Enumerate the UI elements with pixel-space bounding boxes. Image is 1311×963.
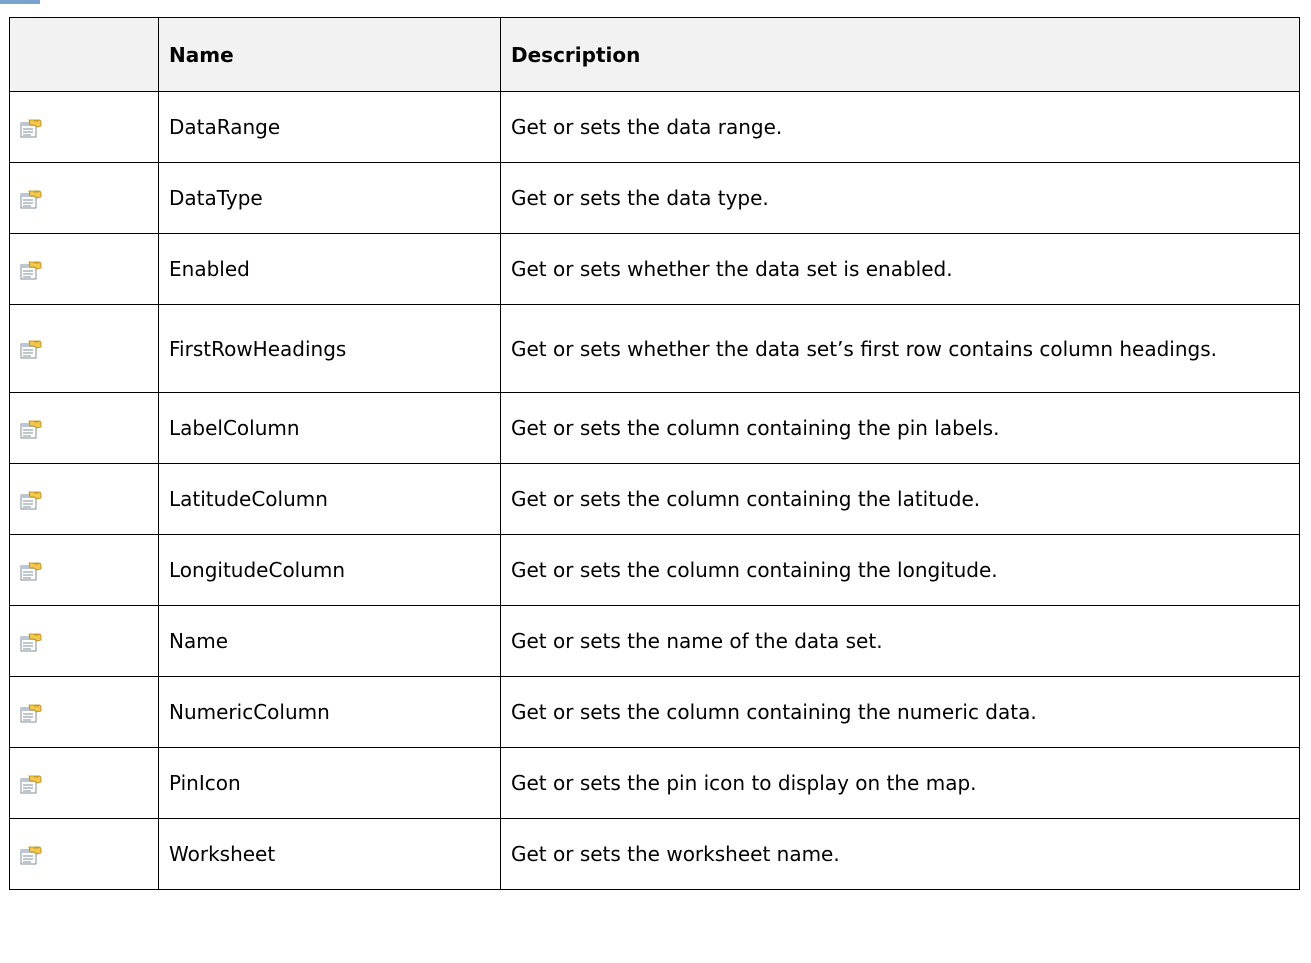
icon-cell — [9, 463, 159, 535]
property-description: Get or sets the data type. — [500, 162, 1300, 234]
property-description-text: Get or sets the pin icon to display on t… — [511, 771, 977, 795]
property-name-text: PinIcon — [169, 771, 241, 795]
property-name-text: DataType — [169, 186, 263, 210]
property-description: Get or sets the column containing the lo… — [500, 534, 1300, 606]
icon-cell — [9, 91, 159, 163]
property-description-text: Get or sets the data type. — [511, 186, 769, 210]
property-name-text: Enabled — [169, 257, 250, 281]
property-name: FirstRowHeadings — [158, 304, 501, 393]
property-description: Get or sets the column containing the la… — [500, 463, 1300, 535]
property-icon — [20, 775, 42, 795]
property-description-text: Get or sets whether the data set is enab… — [511, 257, 953, 281]
property-description: Get or sets the column containing the nu… — [500, 676, 1300, 748]
property-name-text: LatitudeColumn — [169, 487, 328, 511]
property-icon — [20, 119, 42, 139]
property-description: Get or sets the column containing the pi… — [500, 392, 1300, 464]
table-row: DataRange Get or sets the data range. — [9, 91, 1300, 163]
property-description-text: Get or sets the column containing the lo… — [511, 558, 998, 582]
table-row: FirstRowHeadings Get or sets whether the… — [9, 304, 1300, 393]
property-name-text: NumericColumn — [169, 700, 330, 724]
property-name: Enabled — [158, 233, 501, 305]
table-row: LongitudeColumn Get or sets the column c… — [9, 534, 1300, 606]
property-description-text: Get or sets the data range. — [511, 115, 783, 139]
property-icon — [20, 420, 42, 440]
icon-cell — [9, 534, 159, 606]
property-name: DataType — [158, 162, 501, 234]
icon-cell — [9, 233, 159, 305]
property-description: Get or sets the pin icon to display on t… — [500, 747, 1300, 819]
header-name: Name — [158, 17, 501, 92]
property-name: NumericColumn — [158, 676, 501, 748]
property-icon — [20, 633, 42, 653]
property-name: DataRange — [158, 91, 501, 163]
table-row: PinIcon Get or sets the pin icon to disp… — [9, 747, 1300, 819]
table-body: DataRange Get or sets the data range. Da… — [9, 91, 1300, 890]
property-name-text: LongitudeColumn — [169, 558, 346, 582]
property-name: Name — [158, 605, 501, 677]
icon-cell — [9, 162, 159, 234]
document-page: Name Description DataRange Get or sets t… — [0, 0, 1311, 963]
header-icon-cell — [9, 17, 159, 92]
table-row: Enabled Get or sets whether the data set… — [9, 233, 1300, 305]
icon-cell — [9, 605, 159, 677]
property-description-text: Get or sets whether the data set’s first… — [511, 336, 1217, 361]
property-description-text: Get or sets the column containing the la… — [511, 487, 981, 511]
property-description-text: Get or sets the column containing the nu… — [511, 700, 1037, 724]
icon-cell — [9, 818, 159, 890]
icon-cell — [9, 392, 159, 464]
property-icon — [20, 846, 42, 866]
property-name-text: LabelColumn — [169, 416, 300, 440]
header-description: Description — [500, 17, 1300, 92]
table-row: NumericColumn Get or sets the column con… — [9, 676, 1300, 748]
table-row: Worksheet Get or sets the worksheet name… — [9, 818, 1300, 890]
property-name-text: FirstRowHeadings — [169, 336, 347, 361]
property-description: Get or sets whether the data set’s first… — [500, 304, 1300, 393]
property-name: Worksheet — [158, 818, 501, 890]
property-icon — [20, 340, 42, 360]
icon-cell — [9, 304, 159, 393]
table-header: Name Description — [9, 17, 1300, 92]
icon-cell — [9, 747, 159, 819]
property-description: Get or sets the worksheet name. — [500, 818, 1300, 890]
table-row: DataType Get or sets the data type. — [9, 162, 1300, 234]
property-icon — [20, 562, 42, 582]
property-name: LatitudeColumn — [158, 463, 501, 535]
table-row: Name Get or sets the name of the data se… — [9, 605, 1300, 677]
properties-table: Name Description DataRange Get or sets t… — [9, 17, 1300, 890]
property-description: Get or sets the data range. — [500, 91, 1300, 163]
property-icon — [20, 491, 42, 511]
heading-fragment — [0, 0, 40, 4]
property-name: LabelColumn — [158, 392, 501, 464]
property-name-text: DataRange — [169, 115, 281, 139]
icon-cell — [9, 676, 159, 748]
header-row: Name Description — [9, 17, 1300, 92]
property-icon — [20, 704, 42, 724]
property-description-text: Get or sets the worksheet name. — [511, 842, 840, 866]
property-description: Get or sets the name of the data set. — [500, 605, 1300, 677]
property-description-text: Get or sets the column containing the pi… — [511, 416, 1000, 440]
property-name-text: Worksheet — [169, 842, 276, 866]
property-description: Get or sets whether the data set is enab… — [500, 233, 1300, 305]
table-row: LabelColumn Get or sets the column conta… — [9, 392, 1300, 464]
property-icon — [20, 261, 42, 281]
table-row: LatitudeColumn Get or sets the column co… — [9, 463, 1300, 535]
property-name-text: Name — [169, 629, 229, 653]
property-icon — [20, 190, 42, 210]
property-name: PinIcon — [158, 747, 501, 819]
property-description-text: Get or sets the name of the data set. — [511, 629, 883, 653]
property-name: LongitudeColumn — [158, 534, 501, 606]
